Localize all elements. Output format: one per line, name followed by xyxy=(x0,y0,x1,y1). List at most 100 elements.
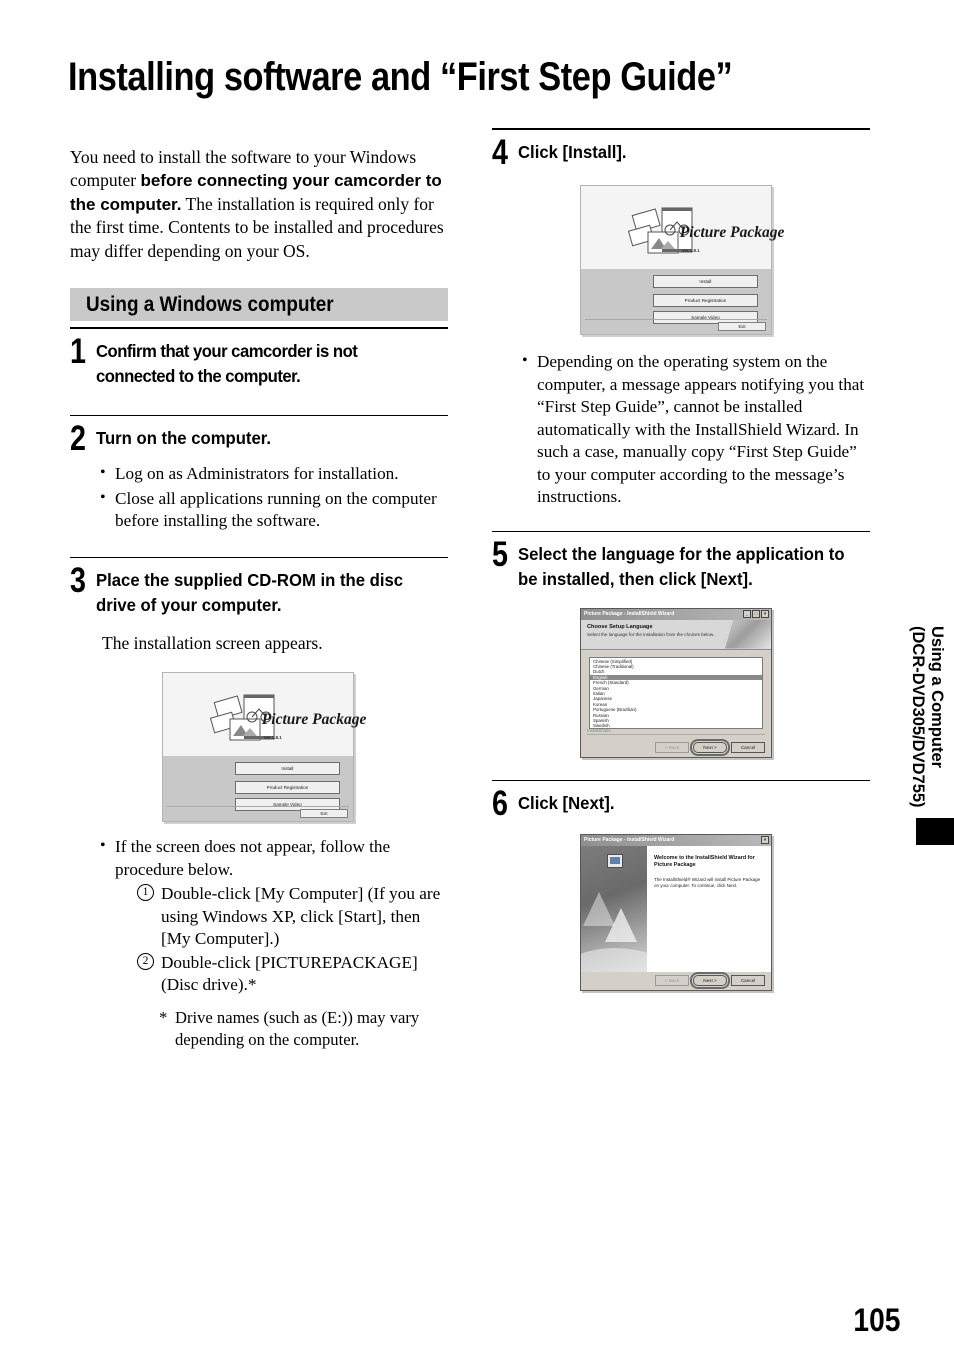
triangle-shape-2 xyxy=(605,907,637,942)
step-4: 4 Click [Install]. xyxy=(492,133,870,172)
step-6-number: 6 xyxy=(492,783,508,823)
dialog-footer-buttons: < Back Next > Cancel xyxy=(655,738,765,756)
list-item: Log on as Administrators for installatio… xyxy=(100,462,448,486)
window-controls: _ □ × xyxy=(743,610,769,618)
next-button[interactable]: Next > xyxy=(689,738,731,756)
window-controls: × xyxy=(761,836,769,844)
welcome-graphic xyxy=(581,845,647,972)
step-2-text: Turn on the computer. xyxy=(96,428,271,448)
installer-product-registration-button[interactable]: Product Registration xyxy=(653,294,758,308)
page-title: Installing software and “First Step Guid… xyxy=(68,54,733,99)
installer-install-button[interactable]: Install xyxy=(235,761,340,775)
dialog-title-text: Picture Package - InstallShield Wizard xyxy=(584,611,675,617)
cancel-button[interactable]: Cancel xyxy=(731,974,765,986)
minimize-icon[interactable]: _ xyxy=(743,610,751,618)
installer-footer-divider xyxy=(167,806,349,807)
choose-setup-language-dialog: Picture Package - InstallShield Wizard _… xyxy=(580,607,772,758)
divider-step-4 xyxy=(492,530,870,532)
arc-shape xyxy=(581,947,647,972)
close-icon[interactable]: × xyxy=(761,610,769,618)
installshield-brand-label: InstallShield xyxy=(587,727,611,733)
dialog-header: Choose Setup Language Select the languag… xyxy=(581,619,771,650)
installer-product-registration-button[interactable]: Product Registration xyxy=(235,781,340,795)
dialog-titlebar: Picture Package - InstallShield Wizard _… xyxy=(581,608,771,620)
divider-step-2 xyxy=(70,556,448,558)
step-1-text: Confirm that your camcorder is not conne… xyxy=(96,341,358,386)
step-6: 6 Click [Next]. xyxy=(492,783,870,823)
step-6-text: Click [Next]. xyxy=(518,792,615,813)
installshield-welcome-dialog: Picture Package - InstallShield Wizard ×… xyxy=(580,833,772,991)
list-item: Depending on the operating system on the… xyxy=(522,350,870,509)
back-button[interactable]: < Back xyxy=(655,974,689,986)
list-item: Close all applications running on the co… xyxy=(100,487,448,533)
step-3-bullet-text: If the screen does not appear, follow th… xyxy=(115,837,391,879)
installer-version: Ver.1.8.1 xyxy=(263,735,282,741)
left-column: You need to install the software to your… xyxy=(70,128,448,1053)
welcome-body: Welcome to the InstallShield Wizard for … xyxy=(581,845,771,972)
footnote-text: Drive names (such as (E:)) may vary depe… xyxy=(175,1007,420,1049)
step-2-number: 2 xyxy=(70,419,86,458)
dialog-titlebar: Picture Package - InstallShield Wizard × xyxy=(581,834,771,846)
divider-step-1 xyxy=(70,415,448,416)
step-5: 5 Select the language for the applicatio… xyxy=(492,534,870,592)
step-4-number: 4 xyxy=(492,133,508,172)
step-5-text: Select the language for the application … xyxy=(518,543,845,589)
back-button[interactable]: < Back xyxy=(655,741,689,753)
dialog-title-text: Picture Package - InstallShield Wizard xyxy=(584,837,675,843)
picture-package-installer-screenshot-step4: Picture Package Ver.1.8.1 Install Produc… xyxy=(580,185,784,335)
step-3: 3 Place the supplied CD-ROM in the disc … xyxy=(70,563,448,618)
welcome-body-text: The InstallShield® Wizard will install P… xyxy=(654,876,761,888)
installer-footer-divider xyxy=(585,319,767,320)
close-icon[interactable]: × xyxy=(761,836,769,844)
installer-exit-button[interactable]: Exit xyxy=(718,322,766,331)
divider-under-section-heading xyxy=(70,327,448,329)
installer-title: Picture Package xyxy=(261,711,367,729)
side-tab-line-2: (DCR-DVD305/DVD755) xyxy=(909,626,927,808)
installer-install-button[interactable]: Install xyxy=(653,274,758,288)
step-2: 2 Turn on the computer. xyxy=(70,419,448,458)
dialog-footer-buttons: < Back Next > Cancel xyxy=(655,971,765,989)
list-item: 1 Double-click [My Computer] (If you are… xyxy=(137,883,448,951)
page-number: 105 xyxy=(853,1302,900,1338)
step-5-number: 5 xyxy=(492,534,508,574)
step-4-bullets: Depending on the operating system on the… xyxy=(492,350,870,509)
substep-1-text: Double-click [My Computer] (If you are u… xyxy=(161,884,441,948)
manual-page: Installing software and “First Step Guid… xyxy=(0,0,954,1357)
intro-paragraph: You need to install the software to your… xyxy=(70,146,448,264)
step-3-text: Place the supplied CD-ROM in the disc dr… xyxy=(96,569,404,615)
list-item: 2 Double-click [PICTUREPACKAGE] (Disc dr… xyxy=(137,952,448,997)
side-tab-label: Using a Computer (DCR-DVD305/DVD755) xyxy=(908,626,946,858)
step-3-bullets: If the screen does not appear, follow th… xyxy=(70,835,448,1051)
divider-step-5 xyxy=(492,779,870,781)
divider-above-step-4 xyxy=(492,128,870,130)
substep-2-text: Double-click [PICTUREPACKAGE] (Disc driv… xyxy=(161,952,418,995)
footnote-marker: * xyxy=(159,1007,168,1027)
maximize-icon[interactable]: □ xyxy=(752,610,760,618)
step-3-body: The installation screen appears. xyxy=(102,632,323,653)
circled-number-1: 1 xyxy=(137,884,154,901)
list-item: If the screen does not appear, follow th… xyxy=(100,835,448,1051)
language-listbox[interactable]: Chinese (Simplified) Chinese (Traditiona… xyxy=(589,656,763,729)
installer-title: Picture Package xyxy=(679,224,785,242)
installer-version: Ver.1.8.1 xyxy=(681,248,700,254)
welcome-heading: Welcome to the InstallShield Wizard for … xyxy=(654,854,755,868)
right-column: 4 Click [Install]. Picture Package Ver.1… xyxy=(492,128,870,991)
section-heading-text: Using a Windows computer xyxy=(86,292,334,316)
step-2-bullets: Log on as Administrators for installatio… xyxy=(70,462,448,533)
welcome-text-panel: Welcome to the InstallShield Wizard for … xyxy=(647,846,771,972)
next-button[interactable]: Next > xyxy=(689,971,731,989)
side-tab-line-1: Using a Computer xyxy=(928,626,946,769)
step-4-text: Click [Install]. xyxy=(518,142,627,162)
section-heading-bar: Using a Windows computer xyxy=(70,288,448,321)
circled-number-2: 2 xyxy=(137,952,154,970)
picture-package-installer-screenshot: Picture Package Ver.1.8.1 Install Produc… xyxy=(162,672,366,822)
dialog-footer-divider xyxy=(587,733,765,735)
step-1: 1 Confirm that your camcorder is not con… xyxy=(70,332,448,389)
step-3-substeps: 1 Double-click [My Computer] (If you are… xyxy=(115,883,448,997)
installer-exit-button[interactable]: Exit xyxy=(300,809,348,818)
step-3-footnote: * Drive names (such as (E:)) may vary de… xyxy=(159,1007,448,1051)
setup-icon xyxy=(607,853,623,868)
list-item[interactable]: Swedish xyxy=(590,723,762,727)
cancel-button[interactable]: Cancel xyxy=(731,741,765,753)
step-1-number: 1 xyxy=(70,332,86,371)
